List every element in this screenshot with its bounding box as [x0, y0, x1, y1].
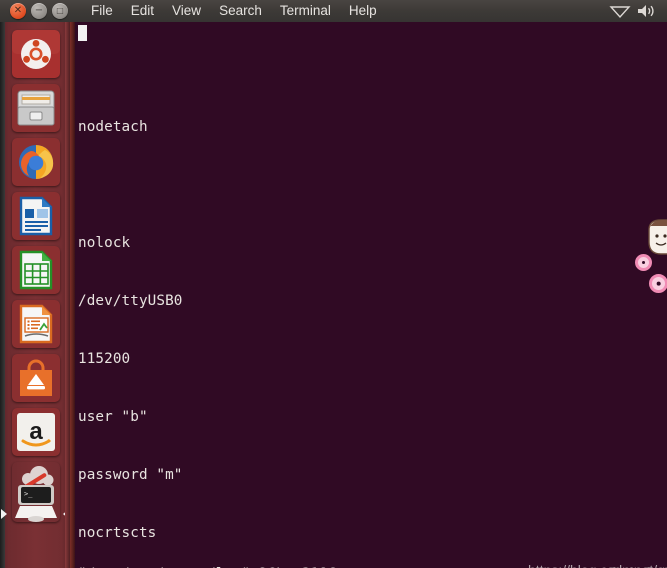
- window-controls: ✕ − □: [10, 3, 68, 19]
- terminal-window[interactable]: nodetach nolock /dev/ttyUSB0 115200 user…: [70, 22, 667, 568]
- desktop-screen: ✕ − □ File Edit View Search Terminal Hel…: [0, 0, 667, 568]
- menu-file[interactable]: File: [82, 1, 122, 21]
- svg-text:a: a: [29, 418, 43, 445]
- terminal-line: nolock: [78, 235, 131, 252]
- svg-text:>_: >_: [24, 490, 33, 498]
- launcher-item-libreoffice-impress[interactable]: [12, 300, 60, 348]
- firefox-icon: [12, 138, 60, 186]
- launcher-item-ubuntu-software[interactable]: [12, 354, 60, 402]
- terminal-line: nocrtscts: [78, 524, 157, 541]
- terminal-line: user "b": [78, 408, 148, 425]
- minimize-icon: −: [34, 5, 44, 16]
- terminal-icon: >_: [15, 466, 57, 522]
- launcher-item-files[interactable]: [12, 84, 60, 132]
- terminal-line: 115200: [78, 351, 131, 368]
- libreoffice-writer-icon: [12, 192, 60, 240]
- maximize-icon: □: [56, 6, 64, 15]
- unity-launcher: a >_: [0, 22, 70, 568]
- menu-terminal[interactable]: Terminal: [271, 1, 340, 21]
- close-button[interactable]: ✕: [10, 3, 26, 19]
- ubuntu-software-icon: [12, 354, 60, 402]
- menu-search[interactable]: Search: [210, 1, 271, 21]
- launcher-item-ubuntu-dash[interactable]: [12, 30, 60, 78]
- launcher-item-firefox[interactable]: [12, 138, 60, 186]
- terminal-line: /dev/ttyUSB0: [78, 293, 183, 310]
- launcher-item-amazon[interactable]: a: [12, 408, 60, 456]
- minimize-button[interactable]: −: [31, 3, 47, 19]
- text-cursor: [78, 25, 87, 41]
- libreoffice-calc-icon: [12, 246, 60, 294]
- terminal-line: nodetach: [78, 119, 148, 136]
- wifi-icon[interactable]: [607, 2, 633, 20]
- ubuntu-dash-icon: [12, 30, 60, 78]
- system-tray: [607, 2, 667, 20]
- amazon-icon: a: [12, 408, 60, 456]
- terminal-scrollbar[interactable]: [70, 22, 75, 568]
- running-indicator-left: [1, 509, 7, 519]
- menu-bar: File Edit View Search Terminal Help: [82, 1, 386, 21]
- menu-edit[interactable]: Edit: [122, 1, 163, 21]
- window-titlebar: ✕ − □ File Edit View Search Terminal Hel…: [0, 0, 667, 22]
- launcher-item-libreoffice-calc[interactable]: [12, 246, 60, 294]
- libreoffice-impress-icon: [12, 300, 60, 348]
- launcher-item-libreoffice-writer[interactable]: [12, 192, 60, 240]
- watermark-text: https://blog.csdn.net/qx_oxyz: [528, 562, 667, 568]
- close-icon: ✕: [13, 5, 23, 16]
- vim-buffer[interactable]: nodetach nolock /dev/ttyUSB0 115200 user…: [78, 22, 667, 568]
- volume-icon[interactable]: [635, 2, 659, 20]
- menu-view[interactable]: View: [163, 1, 210, 21]
- terminal-line: password "m": [78, 466, 183, 483]
- menu-help[interactable]: Help: [340, 1, 386, 21]
- files-icon: [12, 84, 60, 132]
- maximize-button[interactable]: □: [52, 3, 68, 19]
- launcher-item-terminal[interactable]: >_: [12, 462, 60, 522]
